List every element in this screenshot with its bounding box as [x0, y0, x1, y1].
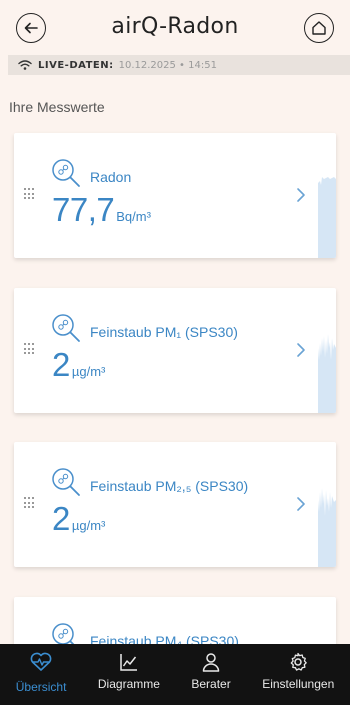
sparkline-chart: [318, 334, 336, 413]
measurement-reading: 2 µg/m³: [52, 346, 105, 384]
measurement-value: 77,7: [52, 191, 115, 228]
measurement-reading: 2 µg/m³: [52, 500, 105, 538]
measurement-unit: µg/m³: [71, 364, 106, 379]
measurement-name: Radon: [90, 169, 132, 185]
measurement-value: 2: [52, 500, 70, 537]
sparkline-chart: [318, 177, 336, 258]
drag-handle-icon[interactable]: [24, 188, 34, 200]
chevron-right-icon[interactable]: [296, 496, 306, 512]
measurement-card-pm1[interactable]: Feinstaub PM₁ (SPS30) 2 µg/m³: [14, 288, 336, 413]
home-button[interactable]: [304, 13, 334, 43]
sparkline-chart: [318, 488, 336, 567]
chevron-right-icon[interactable]: [296, 187, 306, 203]
sensor-magnifier-icon: [52, 314, 80, 342]
live-data-label: LIVE-DATEN:: [38, 59, 114, 71]
measurement-name: Feinstaub PM₂,₅ (SPS30): [90, 478, 249, 494]
measurement-card-pm25[interactable]: Feinstaub PM₂,₅ (SPS30) 2 µg/m³: [14, 442, 336, 567]
live-data-bar: LIVE-DATEN: 10.12.2025 • 14:51: [8, 55, 350, 75]
measurement-unit: µg/m³: [71, 518, 106, 533]
sensor-magnifier-icon: [52, 159, 80, 187]
bottom-navigation: Übersicht Diagramme Berater Einstellunge…: [0, 644, 350, 705]
nav-item-uebersicht[interactable]: Übersicht: [0, 644, 82, 705]
measurement-value: 2: [52, 346, 70, 383]
section-heading: Ihre Messwerte: [9, 99, 105, 115]
heart-pulse-icon: [30, 652, 52, 671]
wifi-icon: [18, 60, 32, 70]
chevron-right-icon[interactable]: [296, 342, 306, 358]
drag-handle-icon[interactable]: [24, 497, 34, 509]
sensor-magnifier-icon: [52, 468, 80, 496]
nav-label: Einstellungen: [262, 677, 335, 691]
live-data-timestamp: 10.12.2025 • 14:51: [118, 59, 217, 71]
gear-icon: [290, 652, 308, 671]
nav-item-einstellungen[interactable]: Einstellungen: [246, 644, 350, 705]
nav-label: Berater: [191, 677, 231, 691]
measurement-unit: Bq/m³: [116, 209, 151, 224]
drag-handle-icon[interactable]: [24, 343, 34, 355]
person-icon: [202, 653, 220, 672]
measurement-reading: 77,7 Bq/m³: [52, 191, 151, 229]
nav-label: Diagramme: [97, 677, 160, 691]
page-title: airQ-Radon: [111, 14, 239, 39]
measurement-name: Feinstaub PM₁ (SPS30): [90, 324, 238, 340]
line-chart-icon: [120, 654, 137, 671]
measurement-card-radon[interactable]: Radon 77,7 Bq/m³: [14, 133, 336, 258]
nav-item-berater[interactable]: Berater: [176, 644, 247, 705]
home-icon: [312, 21, 326, 35]
nav-item-diagramme[interactable]: Diagramme: [82, 644, 175, 705]
nav-label: Übersicht: [15, 680, 67, 694]
app-header: airQ-Radon: [0, 0, 350, 56]
